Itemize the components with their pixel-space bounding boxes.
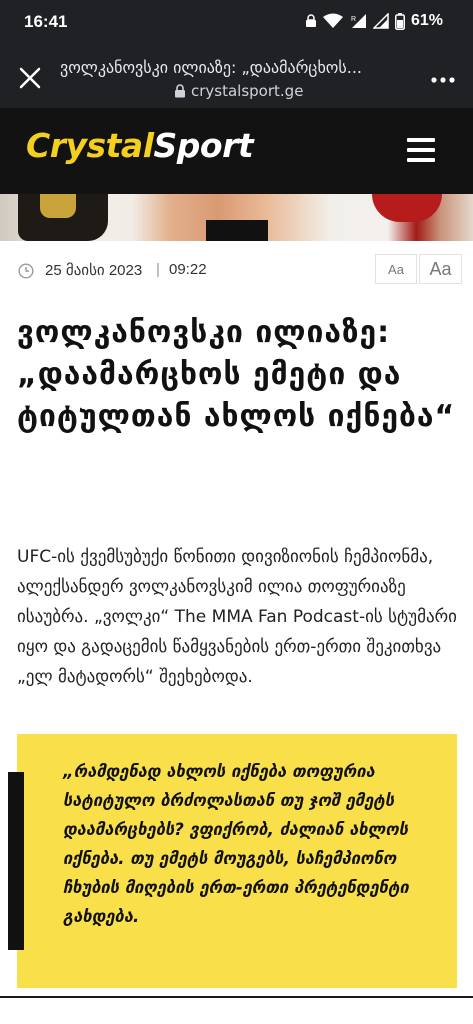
status-time: 16:41 (24, 12, 68, 31)
battery-icon (394, 12, 405, 30)
site-header: CrystalSport (0, 108, 473, 194)
clock-icon (18, 263, 34, 279)
page-title: ვოლკანოვსკი ილიაზე: „დაამარცხოს... (60, 58, 362, 77)
page-url[interactable]: crystalsport.ge (174, 82, 303, 100)
more-vert-icon[interactable] (429, 66, 457, 94)
battery-percent: 61% (410, 12, 443, 29)
bottom-area (0, 996, 473, 1024)
url-text: crystalsport.ge (191, 82, 304, 100)
bottom-divider (0, 996, 473, 998)
hamburger-menu-icon[interactable] (407, 138, 435, 162)
signal-r-icon: R (351, 14, 366, 28)
lock-icon (175, 84, 185, 98)
belt-plate (40, 194, 76, 218)
fighter-shorts (206, 220, 268, 241)
article-headline: ვოლკანოვსკი ილიაზე: „დაამარცხოს ემეტი და… (17, 315, 456, 434)
browser-toolbar: ვოლკანოვსკი ილიაზე: „დაამარცხოს... cryst… (0, 46, 473, 108)
signal-icon (372, 13, 389, 29)
article-lead: UFC-ის ქვემსუბუქი წონითი დივიზიონის ჩემპ… (17, 547, 457, 687)
quote-text: „რამდენად ახლოს იქნება თოფურია სატიტულო … (63, 762, 409, 926)
fighter-glove (372, 194, 442, 222)
close-icon[interactable] (14, 62, 46, 94)
lock-key-icon (305, 14, 316, 27)
status-icons: R 61% (305, 12, 443, 30)
article-time: 09:22 (169, 261, 207, 278)
wifi-icon (322, 13, 343, 28)
logo-sport: Sport (153, 126, 254, 165)
status-bar: 16:41 R 61% (0, 0, 473, 46)
quote-accent-bar (8, 772, 24, 950)
site-logo[interactable]: CrystalSport (26, 126, 254, 165)
article-date: 25 მაისი 2023 (45, 262, 143, 279)
svg-text:R: R (351, 16, 356, 23)
font-size-increase-button[interactable]: Aa (419, 254, 462, 284)
article-meta: 25 მაისი 2023 | 09:22 Aa Aa (0, 241, 473, 299)
hero-image (0, 194, 473, 241)
logo-crystal: Crystal (26, 126, 154, 165)
meta-separator: | (156, 261, 160, 278)
font-size-decrease-button[interactable]: Aa (375, 254, 417, 284)
